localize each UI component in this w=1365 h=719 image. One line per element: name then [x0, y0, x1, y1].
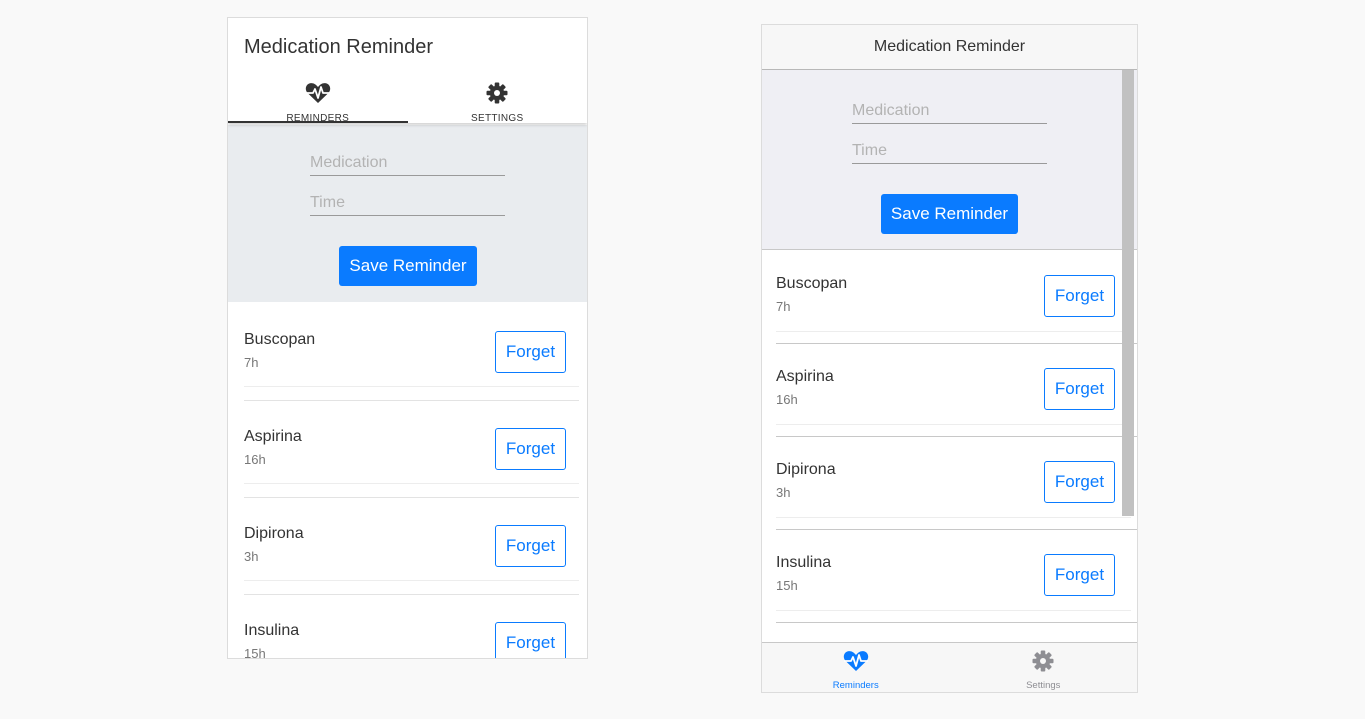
- reminder-form: Medication Time Save Reminder: [228, 125, 587, 302]
- reminder-form: Medication Time Save Reminder: [762, 70, 1137, 250]
- medication-time: 7h: [776, 299, 791, 314]
- list-item: Buscopan 7h Forget: [244, 302, 579, 401]
- forget-button[interactable]: Forget: [495, 331, 566, 373]
- app-header: Medication Reminder REMINDERS SETTINGS: [228, 18, 588, 124]
- list-item: Insulina 15h Forget: [776, 530, 1137, 623]
- forget-button[interactable]: Forget: [1044, 275, 1115, 317]
- reminder-list: Buscopan 7h Forget Aspirina 16h Forget D…: [244, 302, 579, 659]
- divider: [776, 331, 1131, 332]
- list-item: Aspirina 16h Forget: [244, 399, 579, 498]
- save-reminder-button[interactable]: Save Reminder: [881, 194, 1018, 234]
- medication-name: Dipirona: [244, 525, 304, 542]
- medication-name: Aspirina: [776, 368, 834, 385]
- medication-input[interactable]: Medication: [310, 154, 505, 176]
- forget-button[interactable]: Forget: [495, 428, 566, 470]
- divider: [244, 580, 579, 581]
- ios-phone: Medication Reminder Medication Time Save…: [761, 24, 1138, 693]
- tab-label: Reminders: [832, 680, 879, 691]
- divider: [776, 610, 1131, 611]
- medication-name: Aspirina: [244, 428, 302, 445]
- save-reminder-button[interactable]: Save Reminder: [339, 246, 477, 286]
- gear-icon: [1032, 650, 1054, 677]
- divider: [244, 386, 579, 387]
- medication-time: 3h: [244, 549, 259, 564]
- medication-name: Buscopan: [776, 275, 848, 292]
- medication-name: Dipirona: [776, 461, 836, 478]
- medication-time: 15h: [244, 646, 266, 659]
- bottom-tab-bar: Reminders Settings: [762, 642, 1137, 692]
- tab-label: SETTINGS: [471, 113, 524, 124]
- tab-reminders[interactable]: REMINDERS: [228, 78, 408, 124]
- medication-name: Insulina: [244, 622, 300, 639]
- forget-button[interactable]: Forget: [1044, 461, 1115, 503]
- medication-name: Buscopan: [244, 331, 316, 348]
- tab-reminders[interactable]: Reminders: [762, 643, 950, 692]
- time-input[interactable]: Time: [852, 142, 1047, 164]
- gear-icon: [486, 82, 508, 109]
- tab-label: REMINDERS: [286, 113, 350, 124]
- tab-settings[interactable]: SETTINGS: [408, 78, 588, 124]
- heartbeat-icon: [305, 82, 331, 109]
- scrollbar[interactable]: [1122, 70, 1134, 516]
- medication-input[interactable]: Medication: [852, 102, 1047, 124]
- app-title: Medication Reminder: [873, 38, 1026, 55]
- forget-button[interactable]: Forget: [1044, 554, 1115, 596]
- divider: [776, 517, 1131, 518]
- list-item: Dipirona 3h Forget: [776, 437, 1137, 530]
- tab-label: Settings: [1026, 680, 1061, 691]
- forget-button[interactable]: Forget: [1044, 368, 1115, 410]
- app-title: Medication Reminder: [244, 36, 433, 58]
- divider: [776, 424, 1131, 425]
- list-item: Aspirina 16h Forget: [776, 344, 1137, 437]
- android-phone: Medication Reminder REMINDERS SETTINGS M…: [227, 17, 588, 659]
- list-item: Insulina 15h Forget: [244, 593, 579, 659]
- medication-time: 3h: [776, 485, 791, 500]
- list-item: Dipirona 3h Forget: [244, 496, 579, 595]
- top-tab-bar: REMINDERS SETTINGS: [228, 78, 588, 124]
- medication-time: 16h: [776, 392, 798, 407]
- medication-name: Insulina: [776, 554, 832, 571]
- forget-button[interactable]: Forget: [495, 622, 566, 658]
- list-item: Buscopan 7h Forget: [776, 251, 1137, 344]
- divider: [244, 483, 579, 484]
- reminder-list: Buscopan 7h Forget Aspirina 16h Forget D…: [776, 251, 1137, 623]
- navigation-bar: Medication Reminder: [762, 25, 1137, 70]
- time-input[interactable]: Time: [310, 194, 505, 216]
- medication-time: 16h: [244, 452, 266, 467]
- tab-settings[interactable]: Settings: [950, 643, 1138, 692]
- heartbeat-icon: [843, 650, 869, 677]
- medication-time: 15h: [776, 578, 798, 593]
- divider: [776, 622, 1137, 623]
- medication-time: 7h: [244, 355, 259, 370]
- forget-button[interactable]: Forget: [495, 525, 566, 567]
